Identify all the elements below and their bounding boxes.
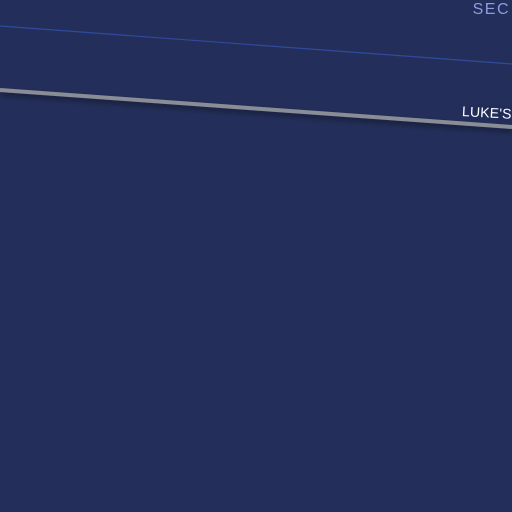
district-boundary-line: [0, 25, 512, 65]
map-canvas[interactable]: SEC LUKE'S: [0, 0, 512, 512]
road-line[interactable]: [0, 88, 512, 129]
map-layer: [0, 25, 512, 129]
